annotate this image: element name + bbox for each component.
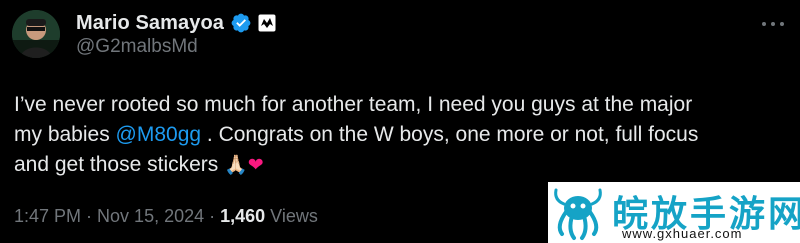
tweet-text-segment: . Congrats on the W boys, one more or no… xyxy=(201,123,699,146)
tweet-text-segment: and get those stickers xyxy=(14,153,225,176)
tweet-text-segment: my babies xyxy=(14,123,116,146)
views-count[interactable]: 1,460 xyxy=(220,206,265,226)
tweet: Mario Samayoa @G2malbsMd I’ve never root… xyxy=(0,0,800,243)
affiliate-badge-icon[interactable] xyxy=(258,14,276,32)
author-handle[interactable]: @G2malbsMd xyxy=(76,36,198,58)
tweet-line-1: I’ve never rooted so much for another te… xyxy=(14,93,693,116)
views-label: Views xyxy=(265,206,318,226)
tweet-time[interactable]: 1:47 PM xyxy=(14,206,81,226)
watermark: 皖放手游网 www.gxhuaer.com xyxy=(548,182,800,243)
folded-hands-emoji: 🙏🏻 xyxy=(224,154,248,176)
watermark-logo-icon xyxy=(554,188,602,240)
watermark-url: www.gxhuaer.com xyxy=(622,226,743,241)
mention-link[interactable]: @M80gg xyxy=(116,123,202,146)
more-options-icon[interactable] xyxy=(758,14,788,34)
red-heart-emoji: ❤ xyxy=(247,154,264,176)
tweet-line-3: and get those stickers 🙏🏻❤ xyxy=(14,150,794,180)
avatar[interactable] xyxy=(12,10,60,58)
verified-badge-icon[interactable] xyxy=(230,12,252,34)
meta-separator: · xyxy=(81,206,98,226)
author-display-name[interactable]: Mario Samayoa xyxy=(76,12,224,35)
tweet-date[interactable]: Nov 15, 2024 xyxy=(97,206,204,226)
author-name-row: Mario Samayoa xyxy=(76,11,276,35)
tweet-meta: 1:47 PM · Nov 15, 2024 · 1,460 Views xyxy=(14,206,318,227)
meta-separator: · xyxy=(204,206,221,226)
tweet-line-2: my babies @M80gg . Congrats on the W boy… xyxy=(14,120,794,150)
tweet-text: I’ve never rooted so much for another te… xyxy=(14,90,794,180)
